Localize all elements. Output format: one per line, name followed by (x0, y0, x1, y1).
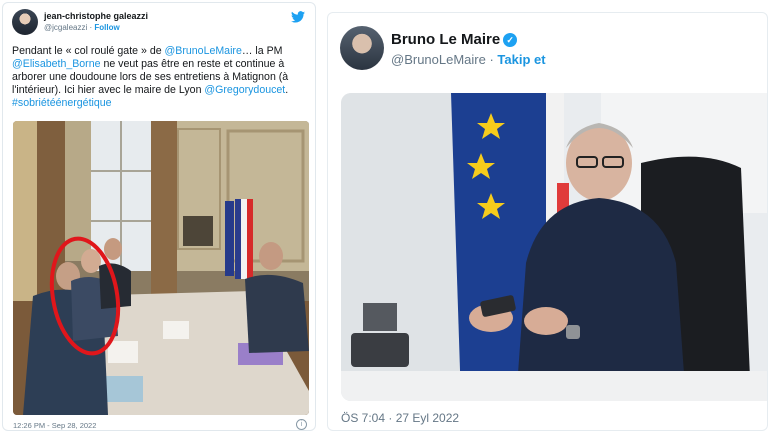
avatar[interactable] (12, 9, 38, 35)
timestamp[interactable]: 12:26 PM - Sep 28, 2022 (13, 421, 96, 430)
hashtag-link[interactable]: #sobriétéénergétique (12, 97, 112, 109)
author-handle[interactable]: @BrunoLeMaire (391, 52, 486, 67)
mention-link[interactable]: @BrunoLeMaire (165, 45, 242, 57)
tweet-card-right: Bruno Le Maire ✓ @BrunoLeMaire · Takip et (327, 12, 768, 431)
text-part: Pendant le « col roulé gate » de (12, 45, 165, 57)
author-name[interactable]: jean-christophe galeazzi (44, 11, 148, 21)
follow-button[interactable]: Follow (94, 23, 119, 32)
author-name[interactable]: Bruno Le Maire (391, 31, 500, 48)
timestamp[interactable]: ÖS 7:04 · 27 Eyl 2022 (341, 411, 459, 425)
author-name-row: Bruno Le Maire ✓ (391, 31, 518, 48)
office-photo[interactable] (341, 93, 768, 401)
avatar[interactable] (340, 26, 384, 70)
meeting-photo[interactable] (13, 121, 309, 415)
verified-badge-icon: ✓ (503, 33, 518, 47)
tweet-text: Pendant le « col roulé gate » de @BrunoL… (12, 45, 306, 110)
mention-link[interactable]: @Gregorydoucet (204, 84, 285, 96)
author-handle[interactable]: @jcgaleazzi (44, 23, 87, 32)
twitter-bird-icon[interactable] (291, 11, 305, 23)
tweet-card-left: jean-christophe galeazzi @jcgaleazzi · F… (2, 2, 316, 431)
text-part: . (285, 84, 289, 96)
handle-row: @jcgaleazzi · Follow (44, 23, 120, 32)
handle-row: @BrunoLeMaire · Takip et (391, 52, 546, 67)
mention-link[interactable]: @Elisabeth_Borne (12, 58, 101, 70)
info-icon[interactable]: i (296, 419, 307, 430)
text-part: … la PM (241, 45, 283, 57)
follow-button[interactable]: Takip et (497, 52, 545, 67)
separator: · (485, 52, 498, 67)
